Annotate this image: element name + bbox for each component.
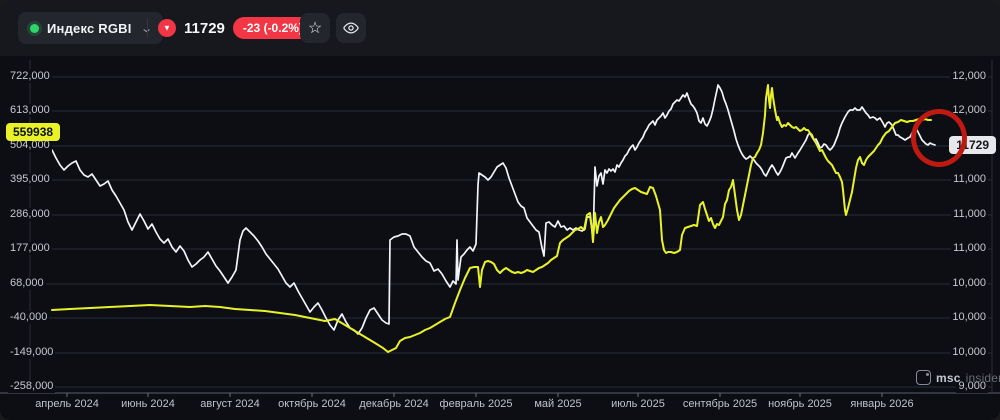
time-axis-label: ноябрь 2025 (768, 398, 832, 410)
time-axis-label: май 2025 (534, 398, 581, 410)
time-axis-label: октябрь 2024 (278, 398, 346, 410)
time-axis-label: декабрь 2024 (359, 398, 428, 410)
watermark: msc insider (916, 370, 1000, 385)
right-axis-label: 11,000 (951, 242, 988, 255)
left-axis-label: 395,000 (8, 173, 52, 186)
time-axis-label: февраль 2025 (440, 398, 513, 410)
left-axis-label: 286,000 (8, 208, 52, 221)
watermark-bold: msc (936, 371, 961, 385)
portfolio-line (52, 85, 931, 352)
watermark-light: insider (966, 371, 1000, 385)
left-axis-label: -40,000 (8, 311, 49, 324)
left-axis-label: 613,000 (8, 104, 52, 117)
time-axis-label: июль 2025 (611, 398, 665, 410)
left-axis-label: -149,000 (8, 346, 55, 359)
right-axis-label: 10,000 (950, 311, 988, 324)
right-axis-label: 11,000 (951, 173, 988, 186)
time-axis-label: апрель 2024 (35, 398, 99, 410)
chart-plot-area[interactable]: 722,000613,000504,000395,000286,000177,0… (0, 56, 1000, 420)
right-axis-label: 10,000 (950, 346, 988, 359)
price-series-canvas (0, 0, 1000, 420)
portfolio-value-badge: 559938 (6, 123, 60, 141)
chart-window: Индекс RGBI ⌄ ▼ 11729 -23 (-0.2%) ☆ 722,… (0, 0, 1000, 420)
right-axis-label: 11,000 (951, 208, 988, 221)
time-axis-label: август 2024 (200, 398, 259, 410)
last-price-badge: 11729 (949, 136, 996, 154)
right-axis-label: 10,000 (950, 277, 988, 290)
left-axis-label: 722,000 (8, 70, 52, 83)
left-axis-label: 177,000 (8, 242, 52, 255)
left-axis-label: 68,000 (8, 277, 46, 290)
time-axis-label: июнь 2024 (121, 398, 175, 410)
rgbi-index-line (52, 85, 935, 334)
right-axis-label: 12,000 (950, 70, 988, 83)
right-axis-label: 12,000 (950, 104, 988, 117)
time-axis-label: сентябрь 2025 (683, 398, 757, 410)
msc-insider-logo-icon (916, 370, 931, 385)
time-axis-label: январь 2026 (850, 398, 913, 410)
left-axis-label: -258,000 (8, 380, 55, 393)
